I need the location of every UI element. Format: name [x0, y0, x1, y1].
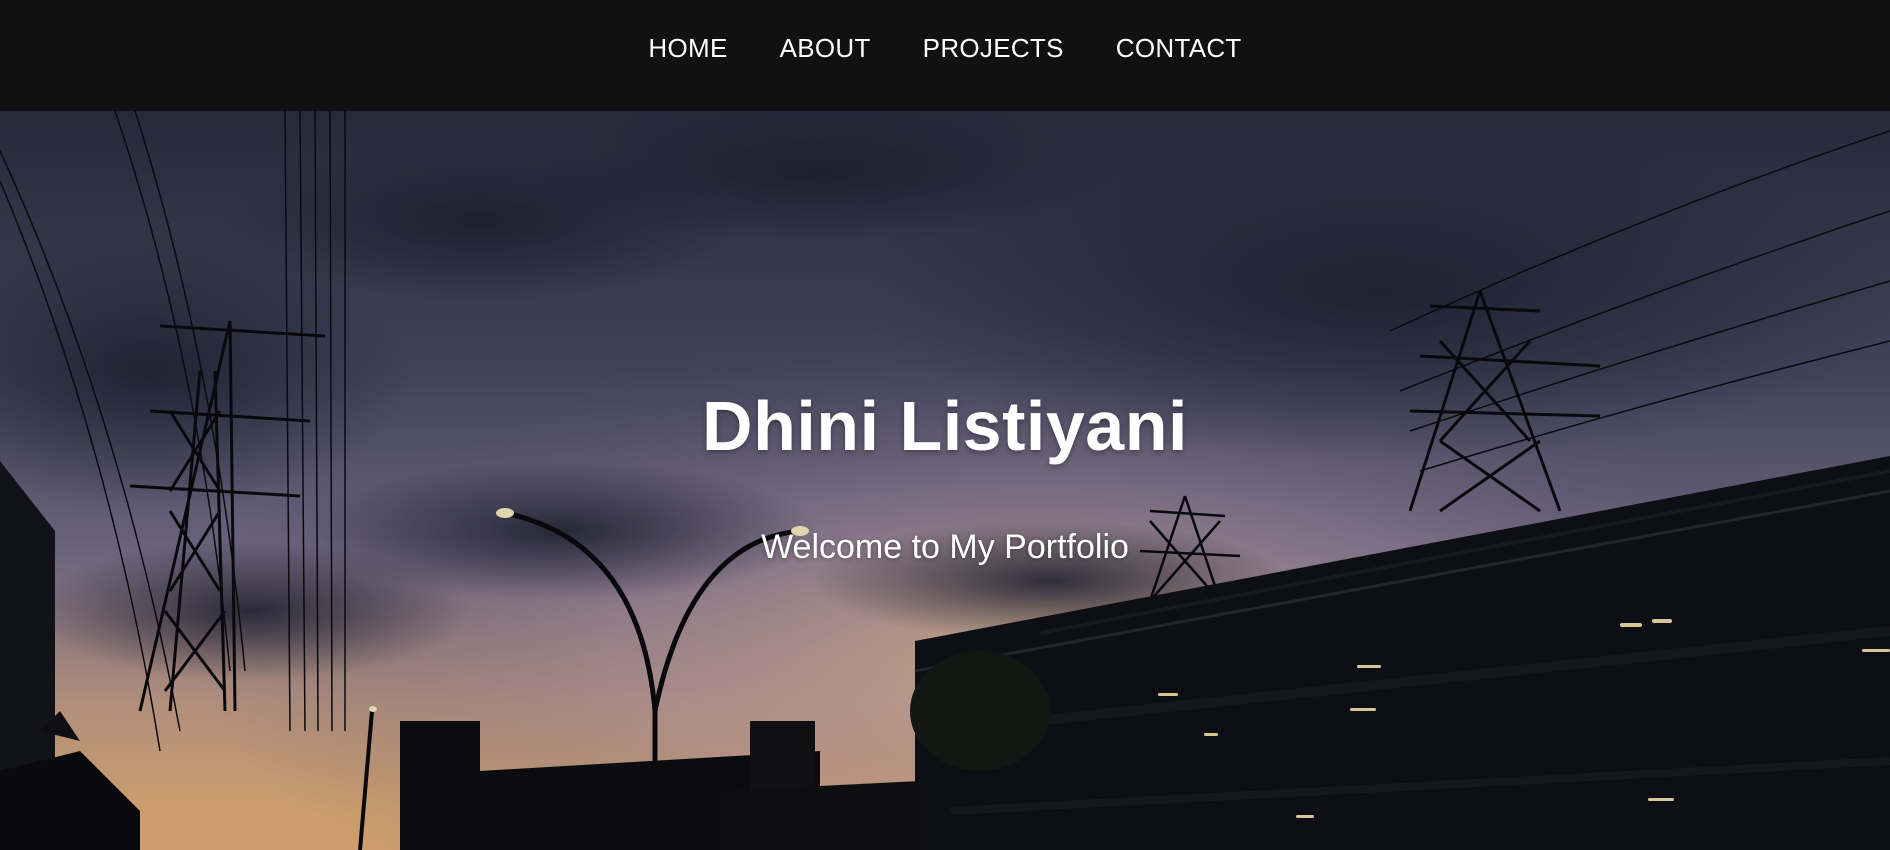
top-navigation-bar: HOME ABOUT PROJECTS CONTACT: [0, 0, 1890, 111]
hero-section: Dhini Listiyani Welcome to My Portfolio: [0, 111, 1890, 850]
nav-menu: HOME ABOUT PROJECTS CONTACT: [648, 33, 1241, 64]
nav-link-contact[interactable]: CONTACT: [1116, 33, 1242, 64]
nav-link-projects[interactable]: PROJECTS: [923, 33, 1064, 64]
hero-title: Dhini Listiyani: [702, 387, 1188, 465]
hero-subtitle: Welcome to My Portfolio: [761, 528, 1129, 566]
nav-link-about[interactable]: ABOUT: [780, 33, 871, 64]
nav-link-home[interactable]: HOME: [648, 33, 727, 64]
hero-background-image: [0, 111, 1890, 850]
